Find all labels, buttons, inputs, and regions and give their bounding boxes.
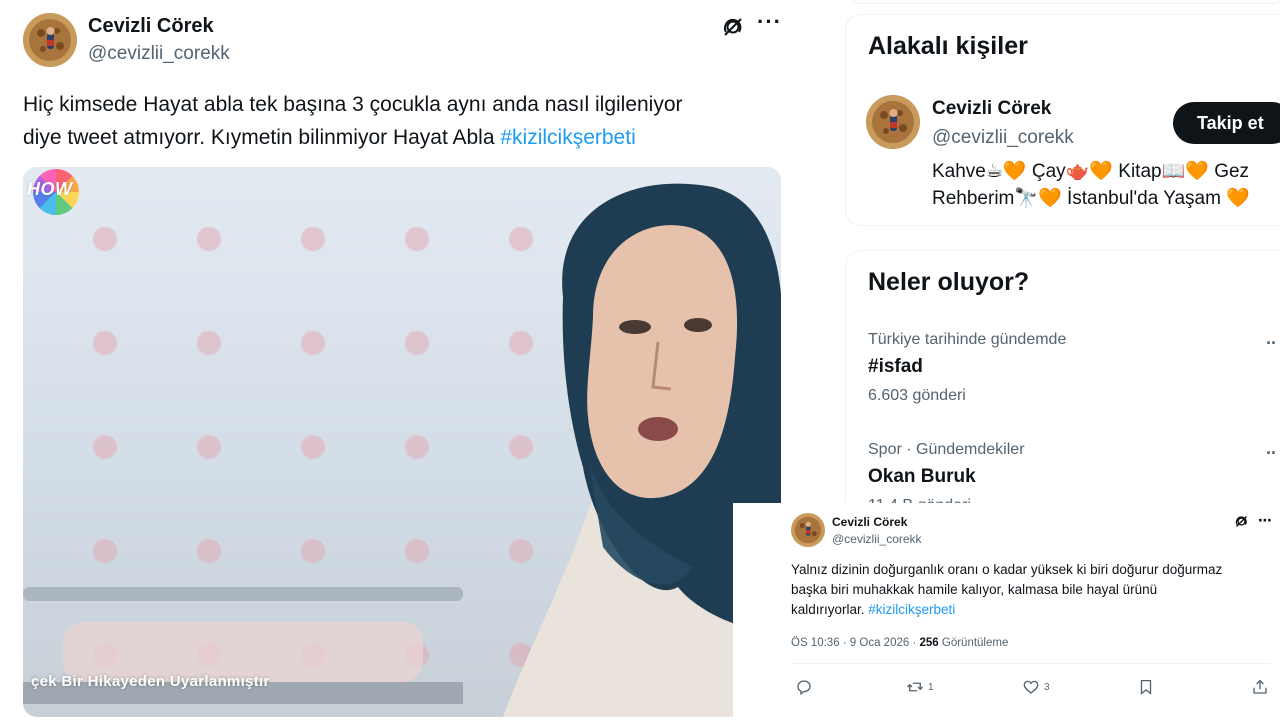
more-icon[interactable]: ···: [757, 11, 781, 36]
tweet-text-line-1: Hiç kimsede Hayat abla tek başına 3 çocu…: [23, 93, 683, 116]
like-count: 3: [1044, 681, 1050, 693]
heart-icon: 🧡: [1038, 188, 1062, 209]
bio-part: Kitap📖: [1113, 161, 1186, 182]
related-handle[interactable]: @cevizlii_corekk: [932, 127, 1074, 149]
video-player[interactable]: HOW çek Bir Hikayeden Uyarlanmıştır: [23, 167, 781, 717]
overlay-text-line-1: Yalnız dizinin doğurganlık oranı o kadar…: [791, 562, 1223, 577]
overlay-author-name[interactable]: Cevizli Cörek: [832, 515, 907, 529]
retweet-count: 1: [928, 681, 934, 693]
views-count: 256: [919, 637, 939, 649]
author-avatar[interactable]: [23, 13, 77, 67]
bookmark-icon: [1140, 679, 1152, 695]
heart-icon: [1023, 680, 1039, 694]
bio-part: İstanbul'da Yaşam: [1061, 188, 1227, 209]
tweet-text-line-2-body: diye tweet atmıyorr. Kıymetin bilinmiyor…: [23, 126, 501, 149]
share-icon: [1253, 679, 1267, 694]
bio-part: Çay🫖: [1026, 161, 1090, 182]
retweet-icon: [907, 682, 923, 692]
share-button[interactable]: [1251, 678, 1269, 696]
grok-icon[interactable]: [721, 15, 745, 39]
video-person: [503, 183, 781, 717]
hashtag-link[interactable]: #kizilcikşerbeti: [500, 126, 635, 149]
heart-icon: 🧡: [1185, 161, 1209, 182]
tweet-text: Hiç kimsede Hayat abla tek başına 3 çocu…: [23, 88, 783, 154]
trend-name: #isfad: [868, 356, 923, 377]
grok-icon[interactable]: [1234, 514, 1249, 529]
follow-button[interactable]: Takip et: [1173, 102, 1280, 144]
trends-title: Neler oluyor?: [868, 268, 1030, 296]
overlay-text-line-2: başka biri muhakkak hamile kalıyor, kalm…: [791, 582, 1158, 597]
overlay-text-line-3-body: kaldırıyorlar.: [791, 602, 869, 617]
overlay-tweet-text: Yalnız dizinin doğurganlık oranı o kadar…: [791, 560, 1261, 620]
video-caption: çek Bir Hikayeden Uyarlanmıştır: [31, 673, 270, 690]
reply-icon: [797, 680, 811, 696]
related-bio-line-2: Rehberim🔭🧡 İstanbul'da Yaşam 🧡: [932, 185, 1280, 212]
sidebar-top-card-edge: [853, 0, 1280, 4]
overlay-tweet: Cevizli Cörek @cevizlii_corekk ⋯ Yalnız …: [733, 503, 1280, 720]
related-people-card: Alakalı kişiler Cevizli Cörek @cevizlii_…: [845, 14, 1280, 226]
trend-item[interactable]: Türkiye tarihinde gündemde #isfad 6.603 …: [868, 331, 1280, 405]
author-handle[interactable]: @cevizlii_corekk: [88, 43, 230, 65]
more-icon[interactable]: ⋯: [1258, 512, 1272, 529]
like-button[interactable]: 3: [1022, 678, 1050, 696]
reply-button[interactable]: [795, 678, 817, 696]
overlay-tweet-meta: ÖS 10:36 · 9 Oca 2026 · 256 Görüntüleme: [791, 637, 1008, 649]
heart-icon: 🧡: [1226, 188, 1250, 209]
trend-name: Okan Buruk: [868, 466, 976, 487]
related-bio-line-1: Kahve☕🧡 Çay🫖🧡 Kitap📖🧡 Gez: [932, 158, 1280, 185]
heart-icon: 🧡: [1002, 161, 1027, 182]
bookmark-button[interactable]: [1137, 678, 1155, 696]
bio-part: Gez: [1208, 161, 1250, 182]
tweet-text-line-2: diye tweet atmıyorr. Kıymetin bilinmiyor…: [23, 121, 783, 154]
trend-meta: Türkiye tarihinde gündemde: [868, 331, 1067, 348]
overlay-author-handle[interactable]: @cevizlii_corekk: [832, 532, 922, 546]
overlay-text-line-3: kaldırıyorlar. #kizilcikşerbeti: [791, 600, 1261, 620]
trend-more-icon[interactable]: ··: [1266, 333, 1277, 354]
related-title: Alakalı kişiler: [868, 32, 1028, 60]
hashtag-link[interactable]: #kizilcikşerbeti: [868, 602, 955, 617]
related-avatar[interactable]: [866, 95, 920, 149]
channel-logo: HOW: [27, 169, 83, 217]
action-divider: [791, 663, 1271, 664]
channel-logo-text: HOW: [27, 179, 73, 199]
views-label: Görüntüleme: [938, 637, 1009, 649]
trend-count: 6.603 gönderi: [868, 387, 966, 404]
crib-rail: [23, 587, 463, 601]
bio-part: Rehberim🔭: [932, 188, 1039, 209]
trend-more-icon[interactable]: ··: [1266, 443, 1277, 464]
trend-meta: Spor · Gündemdekiler: [868, 441, 1025, 458]
related-bio: Kahve☕🧡 Çay🫖🧡 Kitap📖🧡 Gez Rehberim🔭🧡 İst…: [932, 158, 1280, 212]
author-name[interactable]: Cevizli Cörek: [88, 15, 214, 38]
bio-part: Kahve☕: [932, 161, 1003, 182]
tweet-timestamp[interactable]: ÖS 10:36 · 9 Oca 2026 ·: [791, 637, 920, 649]
retweet-button[interactable]: 1: [906, 678, 934, 696]
related-name[interactable]: Cevizli Cörek: [932, 98, 1051, 120]
overlay-avatar[interactable]: [791, 513, 825, 547]
heart-icon: 🧡: [1089, 161, 1113, 182]
main-tweet: Cevizli Cörek @cevizlii_corekk ··· Hiç k…: [0, 0, 805, 720]
